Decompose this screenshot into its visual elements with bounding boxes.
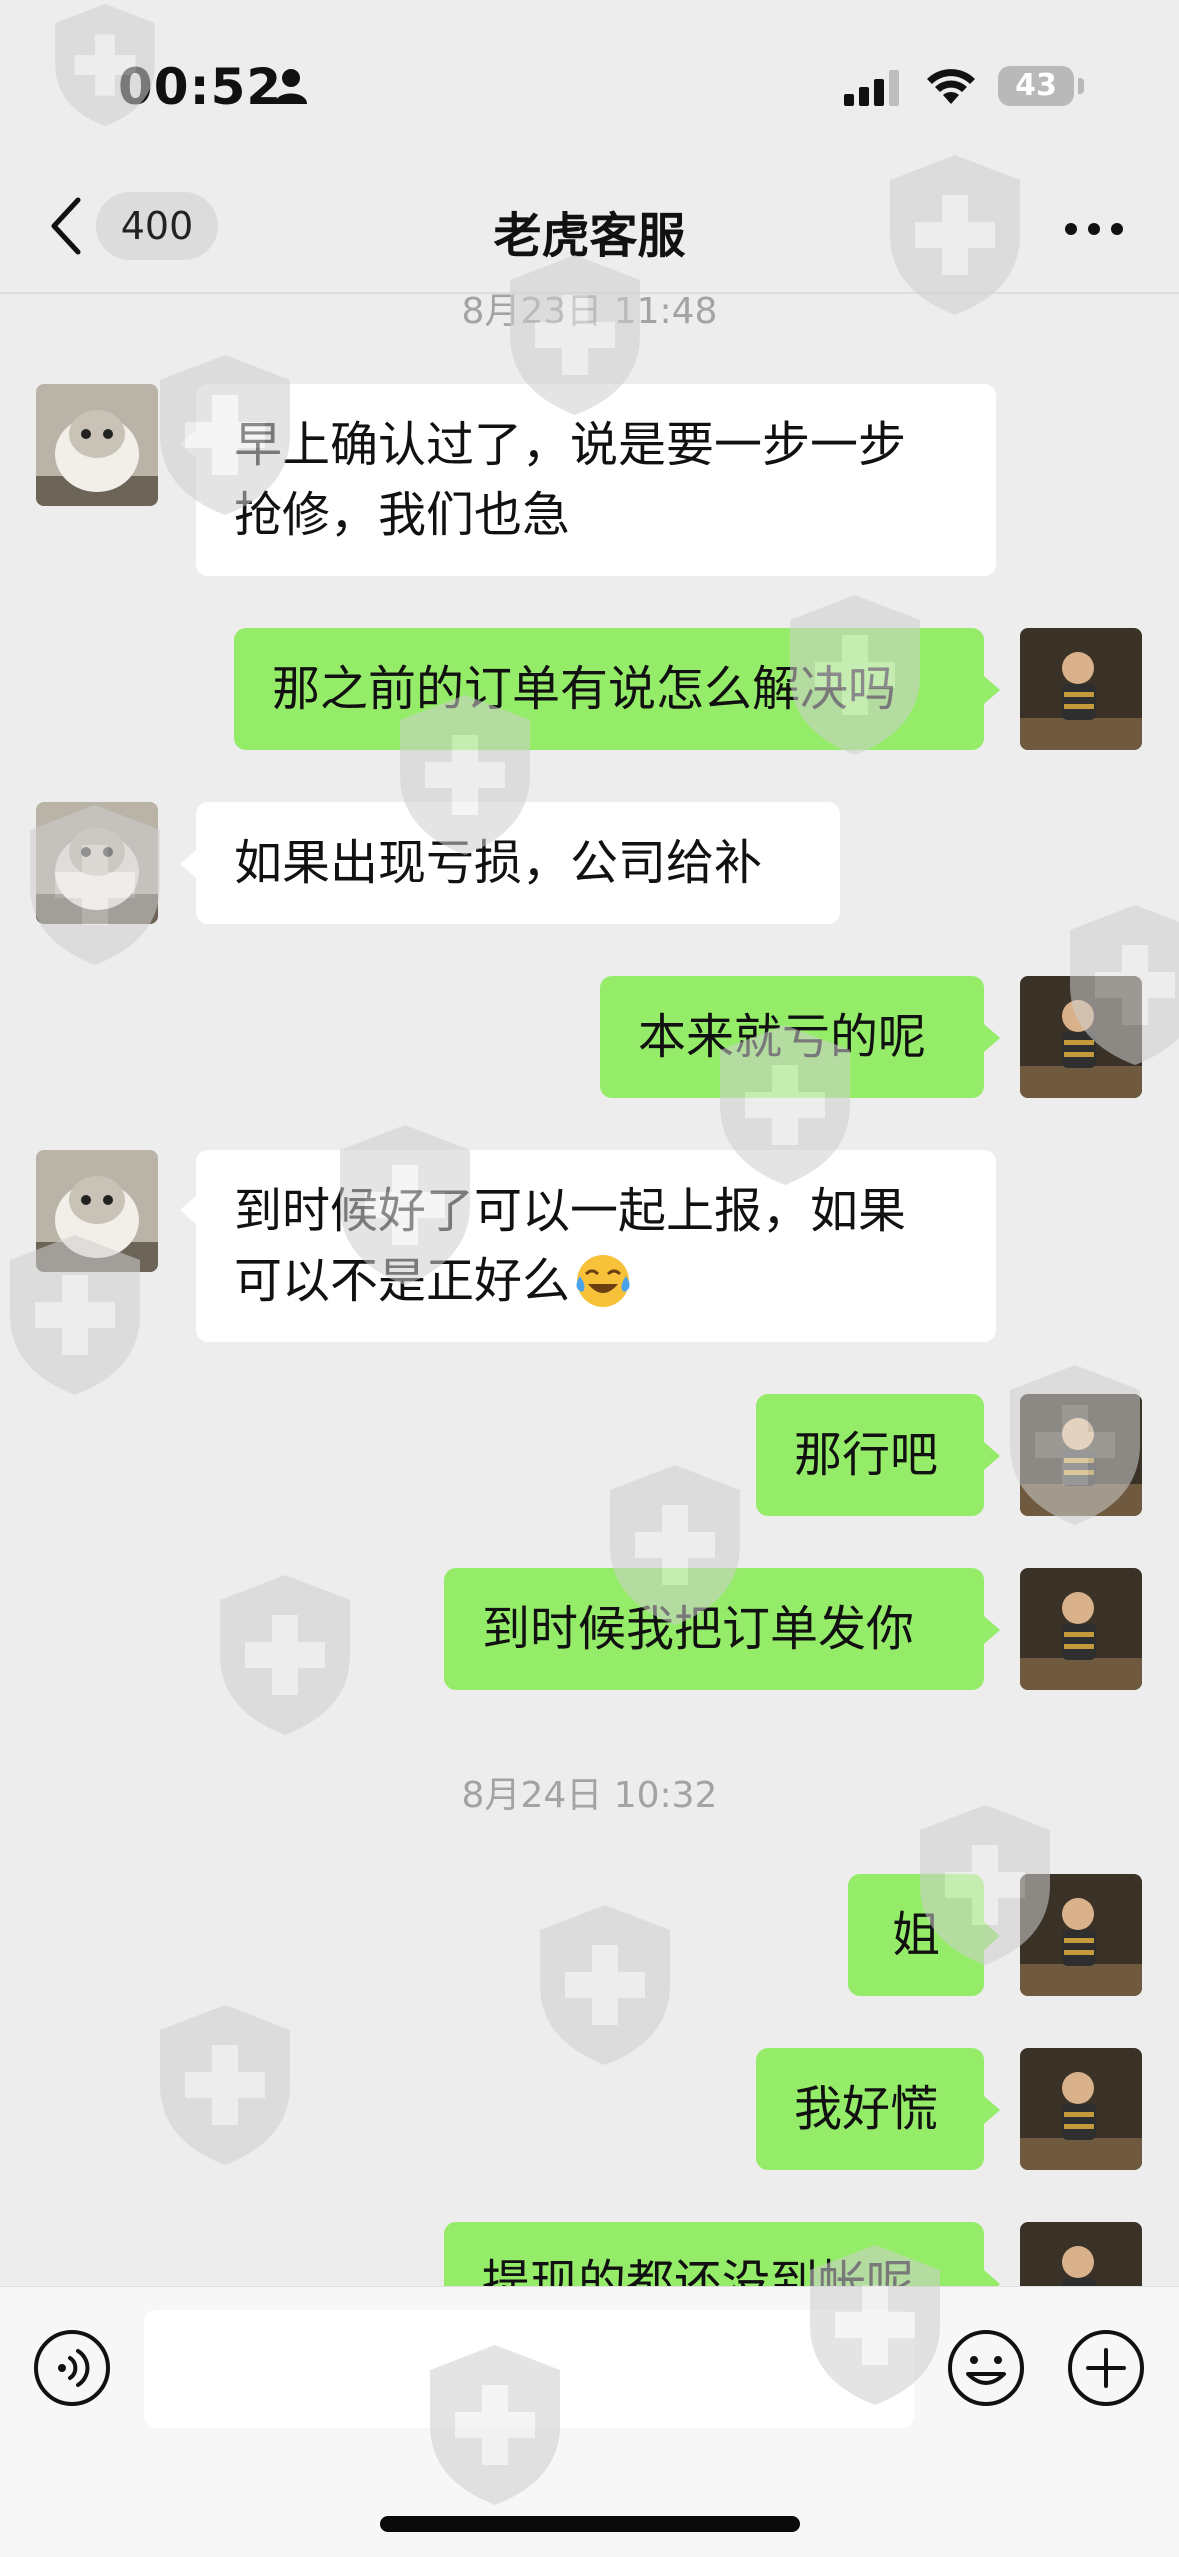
message-text: 可以不是正好么 [234,1253,571,1309]
bubble-tail [984,2096,1000,2124]
message-text: 那行吧 [794,1427,939,1483]
message-text: 抢修，我们也急 [234,487,571,543]
wifi-icon [927,69,975,104]
user-avatar[interactable] [1020,976,1142,1098]
message-text: 如果出现亏损，公司给补 [234,835,763,891]
message-bubble-outgoing[interactable]: 姐 [848,1874,984,1996]
emoji-icon[interactable] [946,2328,1026,2408]
message-bubble-incoming[interactable]: 如果出现亏损，公司给补 [196,802,840,924]
message-text: 姐 [891,1907,940,1963]
timestamp: 8月23日 11:48 [461,291,718,332]
bubble-tail [984,1442,1000,1470]
message-text: 早上确认过了，说是要一步一步 [234,417,907,473]
message-text: 我好慌 [794,2081,939,2137]
message-input[interactable] [144,2310,914,2428]
message-bubble-incoming[interactable]: 到时候好了可以一起上报，如果 可以不是正好么 [196,1150,996,1342]
bubble-tail [180,850,196,878]
contact-avatar[interactable] [36,802,158,924]
status-time: 00:52 [118,58,283,116]
bubble-tail [180,430,196,458]
message-bubble-outgoing[interactable]: 到时候我把订单发你 [444,1568,984,1690]
message-bubble-outgoing[interactable]: 那之前的订单有说怎么解决吗 [234,628,984,750]
message-text: 到时候我把订单发你 [482,1601,915,1657]
user-avatar[interactable] [1020,1394,1142,1516]
home-indicator [380,2516,800,2532]
message-text: 本来就亏的呢 [638,1009,927,1065]
user-avatar[interactable] [1020,1874,1142,1996]
shield-watermark-icon [160,2005,290,2165]
message-bubble-incoming[interactable]: 早上确认过了，说是要一步一步 抢修，我们也急 [196,384,996,576]
bubble-tail [984,676,1000,704]
message-bubble-outgoing[interactable]: 本来就亏的呢 [600,976,984,1098]
user-avatar[interactable] [1020,1568,1142,1690]
user-avatar[interactable] [1020,2048,1142,2170]
message-bubble-outgoing[interactable]: 我好慌 [756,2048,984,2170]
message-text: 到时候好了可以一起上报，如果 [234,1183,907,1239]
message-text: 那之前的订单有说怎么解决吗 [272,661,897,717]
user-avatar[interactable] [1020,628,1142,750]
person-icon [275,69,307,104]
contact-avatar[interactable] [36,384,158,506]
bubble-tail [984,1616,1000,1644]
message-bubble-outgoing[interactable]: 那行吧 [756,1394,984,1516]
cry-laugh-emoji [576,1255,630,1307]
more-dots-icon[interactable] [1064,222,1124,236]
bubble-tail [984,1024,1000,1052]
signal-icon [844,70,899,106]
chat-title: 老虎客服 [493,208,686,264]
plus-icon[interactable] [1066,2328,1146,2408]
shield-watermark-icon [540,1905,670,2065]
timestamp: 8月24日 10:32 [461,1775,718,1816]
bubble-tail [984,1922,1000,1950]
shield-watermark-icon [220,1575,350,1735]
battery-indicator: 43 [998,66,1074,106]
contact-avatar[interactable] [36,1150,158,1272]
voice-icon[interactable] [32,2328,112,2408]
bubble-tail [180,1196,196,1224]
battery-tip [1078,78,1084,94]
